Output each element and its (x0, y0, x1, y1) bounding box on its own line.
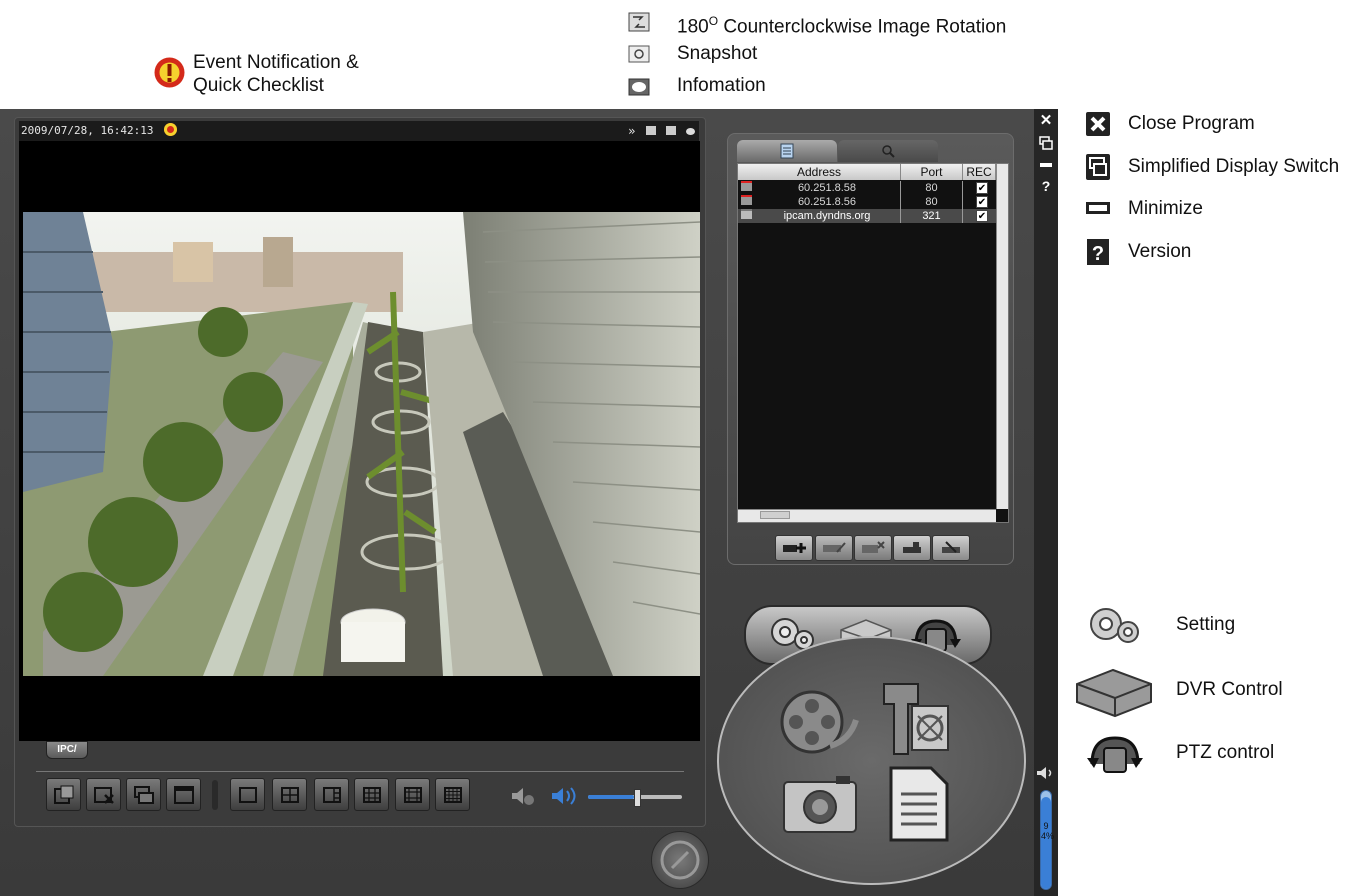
device-icon (738, 209, 754, 223)
master-volume-slider[interactable]: 94% (1040, 790, 1055, 890)
delete-device-button[interactable] (854, 535, 892, 561)
information-icon (628, 78, 650, 96)
connect-device-button[interactable] (893, 535, 931, 561)
snapshot-button-icon[interactable] (665, 126, 676, 135)
version-button[interactable]: ? (1039, 178, 1053, 194)
address-cell: ipcam.dyndns.org (754, 209, 901, 223)
snapshot-label: Snapshot (677, 43, 758, 64)
channel-tab[interactable]: IPC/ (46, 741, 88, 759)
version-icon: ? (1086, 238, 1110, 266)
setting-gears-icon (1084, 600, 1144, 650)
simplified-display-icon (1085, 153, 1111, 181)
camera-image (23, 212, 700, 676)
column-header-rec[interactable]: REC (963, 164, 996, 180)
horizontal-scrollbar-thumb[interactable] (760, 511, 790, 519)
dvr-icon (1073, 662, 1155, 718)
rec-checkbox[interactable]: ✔ (976, 182, 988, 194)
rotation-button-icon[interactable] (645, 126, 656, 135)
master-volume-label: 94% (1041, 821, 1055, 841)
simplified-view-button[interactable] (126, 778, 161, 811)
event-alert-icon[interactable] (164, 123, 178, 136)
full-screen-button[interactable] (46, 778, 81, 811)
snapshot-icon (628, 45, 650, 63)
table-row[interactable]: 60.251.8.58 80 ✔ (738, 181, 996, 195)
table-row[interactable]: 60.251.8.56 80 ✔ (738, 195, 996, 209)
playback-button[interactable] (770, 680, 860, 765)
minimize-icon (1085, 200, 1111, 216)
version-label: Version (1128, 241, 1192, 262)
volume-slider-thumb[interactable] (634, 789, 641, 807)
device-table: Address Port REC 60.251.8.58 80 ✔ 60.251… (737, 163, 1009, 523)
close-button[interactable]: ✕ (1039, 113, 1053, 128)
ptz-icon (1084, 728, 1146, 778)
column-header-address[interactable]: Address (738, 164, 901, 180)
simplified-display-button[interactable] (1039, 136, 1053, 150)
tools-button[interactable] (870, 676, 960, 761)
layout-4-button[interactable] (272, 778, 307, 811)
setting-label: Setting (1176, 614, 1236, 635)
info-button-icon[interactable] (686, 128, 695, 135)
expand-icon[interactable]: » (628, 124, 635, 138)
simplified-display-label: Simplified Display Switch (1128, 156, 1340, 177)
status-icons: » (628, 121, 695, 141)
device-icon (738, 181, 754, 195)
ptz-control-label: PTZ control (1176, 742, 1275, 763)
alert-icon (153, 56, 186, 89)
disconnect-device-button[interactable] (932, 535, 970, 561)
video-status-bar: 2009/07/28, 16:42:13 » (19, 121, 699, 141)
svg-text:?: ? (1092, 243, 1104, 265)
timestamp: 2009/07/28, 16:42:13 (21, 124, 154, 137)
volume-slider-fill (588, 795, 634, 799)
speaker-icon[interactable] (550, 785, 578, 807)
volume-slider[interactable] (588, 789, 682, 807)
layout-6-button[interactable] (314, 778, 349, 811)
single-view-button[interactable] (166, 778, 201, 811)
address-cell: 60.251.8.56 (754, 195, 901, 209)
document-icon (780, 143, 794, 159)
close-icon (1085, 111, 1111, 137)
layout-9-button[interactable] (354, 778, 389, 811)
rec-checkbox[interactable]: ✔ (976, 210, 988, 222)
logo-button[interactable] (651, 831, 709, 889)
edit-device-button[interactable] (815, 535, 853, 561)
minimize-button[interactable] (1040, 163, 1052, 167)
rec-checkbox[interactable]: ✔ (976, 196, 988, 208)
information-label: Infomation (677, 75, 766, 96)
rotation-icon (628, 12, 650, 32)
column-header-port[interactable]: Port (901, 164, 963, 180)
master-volume-fill (1041, 796, 1051, 889)
add-device-button[interactable] (775, 535, 813, 561)
event-notification-label: Event Notification & (193, 52, 359, 73)
port-cell: 321 (901, 209, 963, 223)
document-button[interactable] (875, 760, 965, 845)
device-icon (738, 195, 754, 209)
snapshot-button[interactable] (776, 762, 866, 847)
layout-16-button[interactable] (435, 778, 470, 811)
minimize-label: Minimize (1128, 198, 1203, 219)
mute-icon[interactable] (510, 785, 536, 807)
port-cell: 80 (901, 181, 963, 195)
volume-speaker-icon (1036, 766, 1054, 780)
toolbar-divider (36, 771, 684, 772)
quick-checklist-label: Quick Checklist (193, 75, 324, 96)
tab-address-book[interactable] (737, 140, 837, 162)
search-icon (882, 145, 895, 158)
layout-1-button[interactable] (230, 778, 265, 811)
close-program-label: Close Program (1128, 113, 1255, 134)
rotation-label: 180O Counterclockwise Image Rotation (677, 14, 1007, 38)
tab-search[interactable] (838, 140, 938, 162)
toolbar-separator (212, 780, 218, 810)
close-channel-button[interactable] (86, 778, 121, 811)
channel-tab-label: IPC/ (57, 744, 77, 755)
layout-13-button[interactable] (395, 778, 430, 811)
dvr-control-label: DVR Control (1176, 679, 1283, 700)
vertical-scrollbar[interactable] (996, 164, 1008, 509)
table-row[interactable]: ipcam.dyndns.org 321 ✔ (738, 209, 996, 223)
address-cell: 60.251.8.58 (754, 181, 901, 195)
port-cell: 80 (901, 195, 963, 209)
